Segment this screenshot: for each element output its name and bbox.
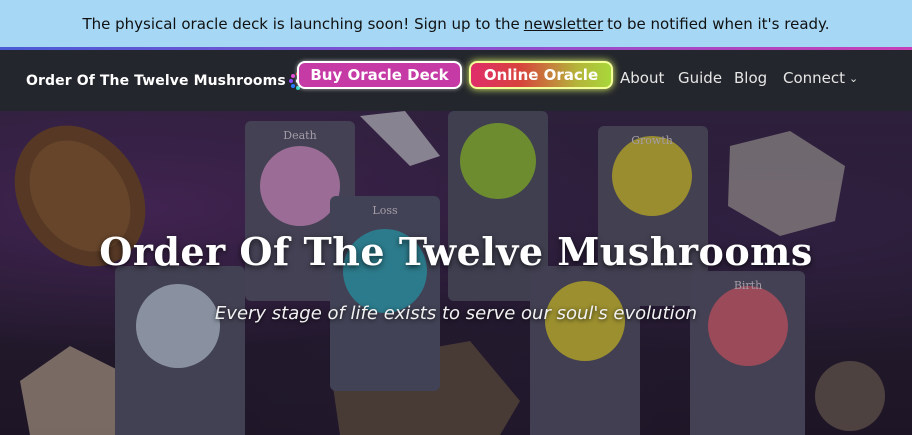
announcement-text-after: to be notified when it's ready. [607,15,830,33]
announcement-bar: The physical oracle deck is launching so… [0,0,912,48]
hero-banner: Death Loss Growth Birth Order Of The Twelve… [0,111,912,435]
navbar: Order Of The Twelve Mushrooms Buy Oracle… [0,50,912,111]
nav-link-about[interactable]: About [620,69,664,87]
nav-link-guide[interactable]: Guide [678,69,722,87]
hero-subtitle: Every stage of life exists to serve our … [214,303,698,324]
brand-logo-link[interactable]: Order Of The Twelve Mushrooms [26,71,308,91]
connect-label: Connect [783,69,846,87]
chevron-down-icon: ⌄ [849,72,859,85]
nav-link-blog[interactable]: Blog [734,69,767,87]
hero-title: Order Of The Twelve Mushrooms [99,229,813,274]
buy-oracle-deck-button[interactable]: Buy Oracle Deck [297,61,462,89]
announcement-text-before: The physical oracle deck is launching so… [82,15,520,33]
online-oracle-button[interactable]: Online Oracle [469,61,613,89]
newsletter-link[interactable]: newsletter [524,15,603,33]
nav-dropdown-connect[interactable]: Connect ⌄ [783,69,858,87]
brand-name: Order Of The Twelve Mushrooms [26,73,286,89]
